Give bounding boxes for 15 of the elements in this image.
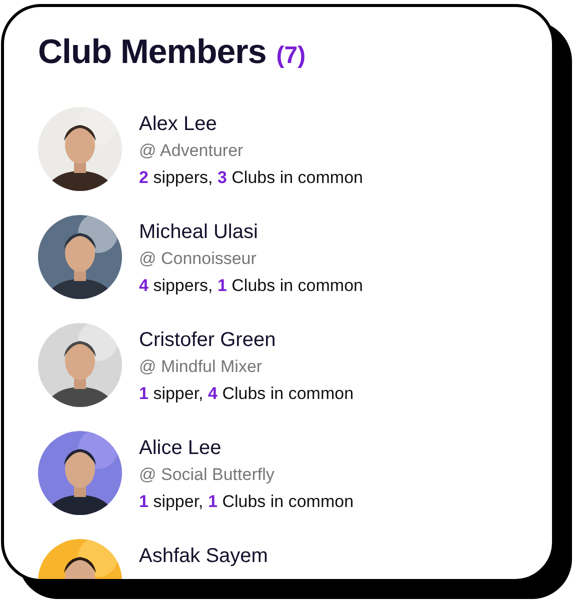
member-stats: 4 sippers, 1 Clubs in common bbox=[139, 275, 363, 297]
member-stats: 1 sipper, 1 Clubs in common bbox=[139, 491, 354, 513]
member-role: @ Connoisseur bbox=[139, 248, 258, 270]
member-name[interactable]: Alice Lee bbox=[139, 435, 354, 461]
member-stats: 1 sipper, 4 Clubs in common bbox=[139, 383, 354, 405]
member-name[interactable]: Cristofer Green bbox=[139, 327, 354, 353]
member-role: @ Mindful Mixer bbox=[139, 356, 264, 378]
member-count: (7) bbox=[276, 42, 306, 70]
member-name[interactable]: Micheal Ulasi bbox=[139, 219, 363, 245]
page-title: Club Members bbox=[38, 33, 266, 72]
member-role: @ Adventurer bbox=[139, 140, 244, 162]
member-role: @ Social Butterfly bbox=[139, 464, 276, 486]
member-name[interactable]: Ashfak Sayem bbox=[139, 543, 268, 569]
member-name[interactable]: Alex Lee bbox=[139, 111, 363, 137]
member-stats: 2 sippers, 3 Clubs in common bbox=[139, 167, 363, 189]
